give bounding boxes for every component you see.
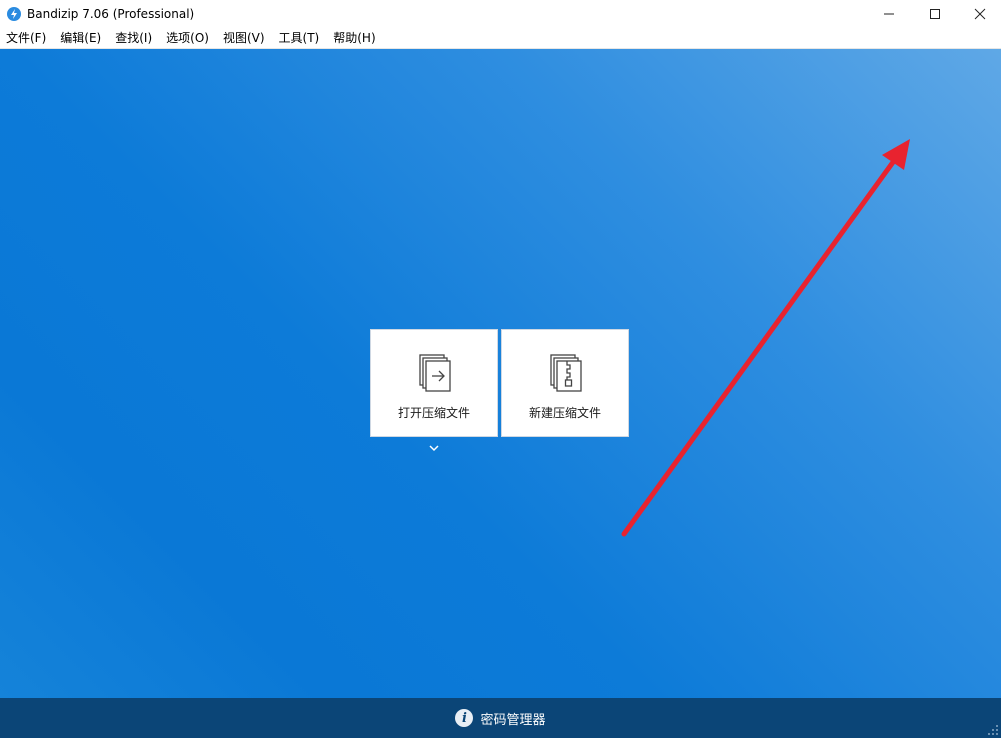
chevron-down-icon[interactable] [428,443,440,453]
menu-help[interactable]: 帮助(H) [326,28,382,48]
new-archive-label: 新建压缩文件 [528,406,601,420]
main-area: 打开压缩文件 新建压缩文件 [0,49,1001,698]
menu-file[interactable]: 文件(F) [0,28,53,48]
maximize-icon [929,9,940,19]
menu-edit[interactable]: 编辑(E) [53,28,108,48]
info-icon: i [455,709,474,727]
close-icon [974,8,985,20]
new-archive-icon [550,354,582,392]
menu-tools[interactable]: 工具(T) [272,28,327,48]
bandizip-logo-icon [7,7,21,21]
window-title: Bandizip 7.06 (Professional) [27,7,195,21]
minimize-icon [883,13,894,15]
resize-grip-icon[interactable] [987,724,999,736]
close-button[interactable] [957,0,1001,28]
menu-find[interactable]: 查找(I) [108,28,159,48]
menu-options[interactable]: 选项(O) [159,28,216,48]
maximize-button[interactable] [912,0,957,28]
password-manager-label: 密码管理器 [480,712,546,728]
minimize-button[interactable] [866,0,911,28]
open-archive-button[interactable]: 打开压缩文件 [370,329,498,437]
menu-view[interactable]: 视图(V) [216,28,272,48]
new-archive-button[interactable]: 新建压缩文件 [501,329,629,437]
open-archive-icon [419,354,451,392]
bottom-bar: i 密码管理器 [0,698,1001,738]
title-bar: Bandizip 7.06 (Professional) [0,0,1001,28]
bandizip-window: Bandizip 7.06 (Professional) 文件(F) 编辑(E)… [0,0,1001,738]
menu-bar: 文件(F) 编辑(E) 查找(I) 选项(O) 视图(V) 工具(T) 帮助(H… [0,28,1001,49]
password-manager-button[interactable]: i 密码管理器 [455,709,546,728]
open-archive-label: 打开压缩文件 [397,406,470,420]
